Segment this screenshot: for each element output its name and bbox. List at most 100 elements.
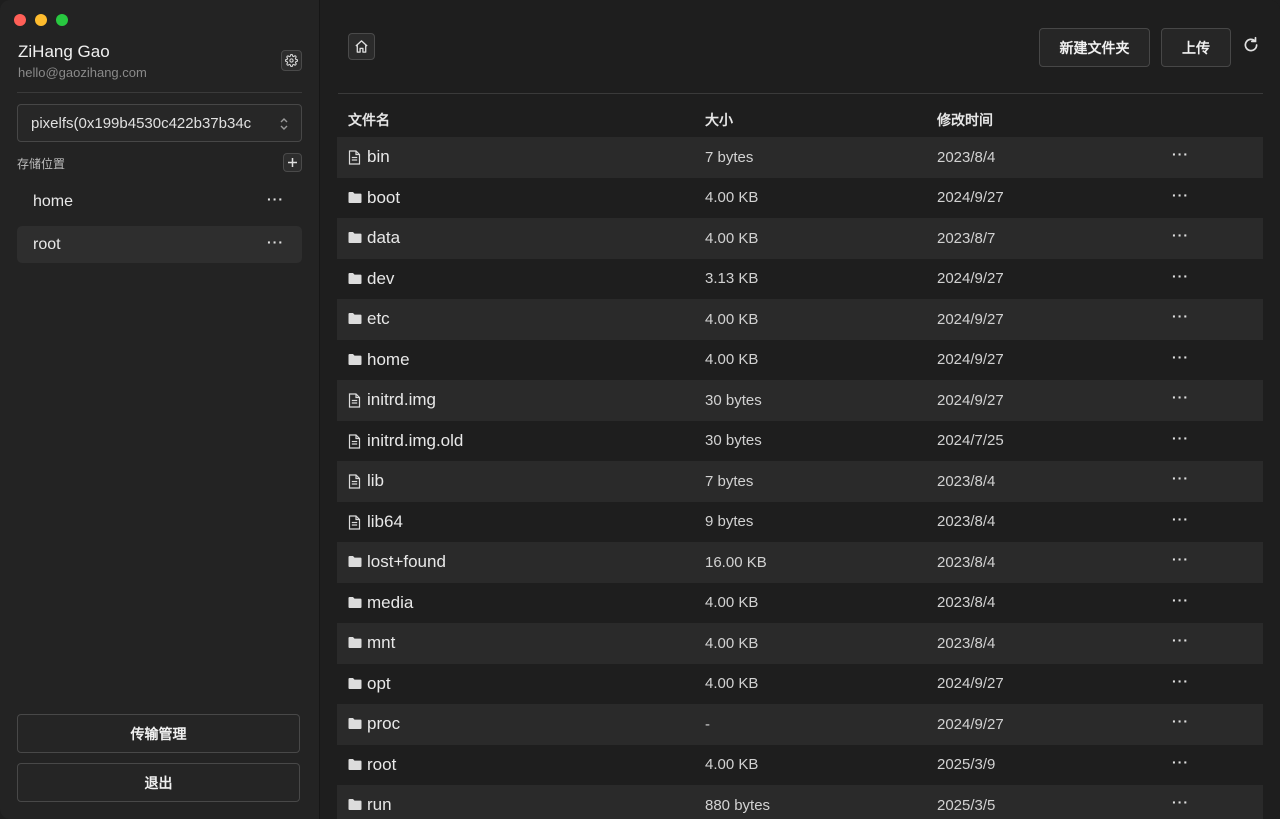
table-row[interactable]: opt 4.00 KB 2024/9/27 ···	[337, 664, 1263, 705]
column-header-size[interactable]: 大小	[705, 110, 733, 130]
sidebar-item-root[interactable]: root ···	[17, 226, 302, 263]
file-name: run	[367, 795, 392, 814]
file-name-cell[interactable]: initrd.img	[348, 380, 436, 420]
file-name-cell[interactable]: media	[348, 583, 413, 623]
column-header-modified[interactable]: 修改时间	[937, 110, 993, 130]
file-name-cell[interactable]: run	[348, 785, 392, 819]
table-row[interactable]: home 4.00 KB 2024/9/27 ···	[337, 340, 1263, 381]
file-modified: 2023/8/4	[937, 594, 996, 611]
row-more-button[interactable]: ···	[1172, 146, 1189, 162]
row-more-button[interactable]: ···	[1172, 551, 1189, 567]
file-name-cell[interactable]: opt	[348, 664, 391, 704]
row-more-button[interactable]: ···	[1172, 632, 1189, 648]
home-button[interactable]	[348, 33, 375, 60]
folder-icon	[348, 596, 362, 610]
sidebar-item-home[interactable]: home ···	[17, 183, 302, 220]
file-name-cell[interactable]: mnt	[348, 623, 395, 663]
table-row[interactable]: etc 4.00 KB 2024/9/27 ···	[337, 299, 1263, 340]
settings-button[interactable]	[281, 50, 302, 71]
folder-icon	[348, 191, 362, 205]
table-row[interactable]: mnt 4.00 KB 2023/8/4 ···	[337, 623, 1263, 664]
file-name-cell[interactable]: etc	[348, 299, 390, 339]
row-more-button[interactable]: ···	[1172, 754, 1189, 770]
row-more-button[interactable]: ···	[1172, 187, 1189, 203]
file-name-cell[interactable]: initrd.img.old	[348, 421, 463, 461]
file-modified: 2024/7/25	[937, 432, 1004, 449]
row-more-button[interactable]: ···	[1172, 673, 1189, 689]
more-options-icon[interactable]: ···	[267, 191, 284, 207]
table-row[interactable]: dev 3.13 KB 2024/9/27 ···	[337, 259, 1263, 300]
row-more-button[interactable]: ···	[1172, 430, 1189, 446]
folder-icon	[348, 353, 362, 365]
folder-icon	[348, 353, 362, 367]
file-name-cell[interactable]: bin	[348, 137, 390, 177]
user-name: ZiHang Gao	[18, 42, 110, 61]
column-header-name[interactable]: 文件名	[348, 110, 390, 130]
folder-icon	[348, 677, 362, 689]
row-more-button[interactable]: ···	[1172, 470, 1189, 486]
folder-icon	[348, 272, 362, 284]
folder-icon	[348, 191, 362, 203]
window-controls	[14, 14, 68, 26]
transfer-manager-button[interactable]: 传输管理	[17, 714, 300, 753]
table-row[interactable]: proc - 2024/9/27 ···	[337, 704, 1263, 745]
new-folder-button[interactable]: 新建文件夹	[1039, 28, 1150, 67]
table-row[interactable]: media 4.00 KB 2023/8/4 ···	[337, 583, 1263, 624]
plus-icon	[288, 158, 297, 167]
file-name: opt	[367, 673, 391, 693]
more-options-icon[interactable]: ···	[267, 234, 284, 250]
file-name-cell[interactable]: proc	[348, 704, 400, 744]
folder-icon	[348, 272, 362, 286]
file-name-cell[interactable]: lost+found	[348, 542, 446, 582]
row-more-button[interactable]: ···	[1172, 308, 1189, 324]
table-row[interactable]: bin 7 bytes 2023/8/4 ···	[337, 137, 1263, 178]
file-size: 4.00 KB	[705, 634, 759, 652]
table-row[interactable]: boot 4.00 KB 2024/9/27 ···	[337, 178, 1263, 219]
file-size: 9 bytes	[705, 513, 754, 530]
sidebar-item-label: root	[33, 235, 61, 253]
table-row[interactable]: lib 7 bytes 2023/8/4 ···	[337, 461, 1263, 502]
sidebar-item-label: home	[33, 192, 74, 210]
maximize-window-button[interactable]	[56, 14, 68, 26]
gear-icon	[285, 54, 298, 67]
file-name-cell[interactable]: data	[348, 218, 400, 258]
logout-button[interactable]: 退出	[17, 763, 300, 802]
close-window-button[interactable]	[14, 14, 26, 26]
row-more-button[interactable]: ···	[1172, 592, 1189, 608]
file-modified: 2024/9/27	[937, 310, 1004, 328]
table-row[interactable]: run 880 bytes 2025/3/5 ···	[337, 785, 1263, 819]
file-name-cell[interactable]: root	[348, 745, 396, 785]
sidebar-divider	[17, 92, 302, 93]
file-name-cell[interactable]: lib	[348, 461, 384, 501]
row-more-button[interactable]: ···	[1172, 794, 1189, 810]
row-more-button[interactable]: ···	[1172, 713, 1189, 729]
refresh-icon[interactable]	[1242, 36, 1260, 54]
file-icon	[348, 150, 361, 165]
table-row[interactable]: initrd.img.old 30 bytes 2024/7/25 ···	[337, 421, 1263, 462]
file-icon	[348, 393, 362, 408]
storage-select[interactable]: pixelfs(0x199b4530c422b37b34c	[17, 104, 302, 142]
file-name-cell[interactable]: dev	[348, 259, 394, 299]
file-name-cell[interactable]: lib64	[348, 502, 403, 542]
minimize-window-button[interactable]	[35, 14, 47, 26]
row-more-button[interactable]: ···	[1172, 268, 1189, 284]
file-size: 4.00 KB	[705, 756, 759, 773]
table-row[interactable]: data 4.00 KB 2023/8/7 ···	[337, 218, 1263, 259]
file-modified: 2023/8/4	[937, 472, 996, 490]
row-more-button[interactable]: ···	[1172, 227, 1189, 243]
file-modified: 2024/9/27	[937, 270, 1004, 287]
row-more-button[interactable]: ···	[1172, 389, 1189, 405]
file-name-cell[interactable]: boot	[348, 178, 400, 218]
table-row[interactable]: lost+found 16.00 KB 2023/8/4 ···	[337, 542, 1263, 583]
file-modified: 2023/8/4	[937, 553, 996, 571]
table-row[interactable]: initrd.img 30 bytes 2024/9/27 ···	[337, 380, 1263, 421]
table-row[interactable]: root 4.00 KB 2025/3/9 ···	[337, 745, 1263, 786]
folder-icon	[348, 232, 362, 243]
file-name-cell[interactable]: home	[348, 340, 410, 380]
table-row[interactable]: lib64 9 bytes 2023/8/4 ···	[337, 502, 1263, 543]
add-storage-button[interactable]	[283, 153, 302, 172]
row-more-button[interactable]: ···	[1172, 511, 1189, 527]
upload-button[interactable]: 上传	[1161, 28, 1231, 67]
file-icon	[348, 393, 361, 408]
row-more-button[interactable]: ···	[1172, 349, 1189, 365]
